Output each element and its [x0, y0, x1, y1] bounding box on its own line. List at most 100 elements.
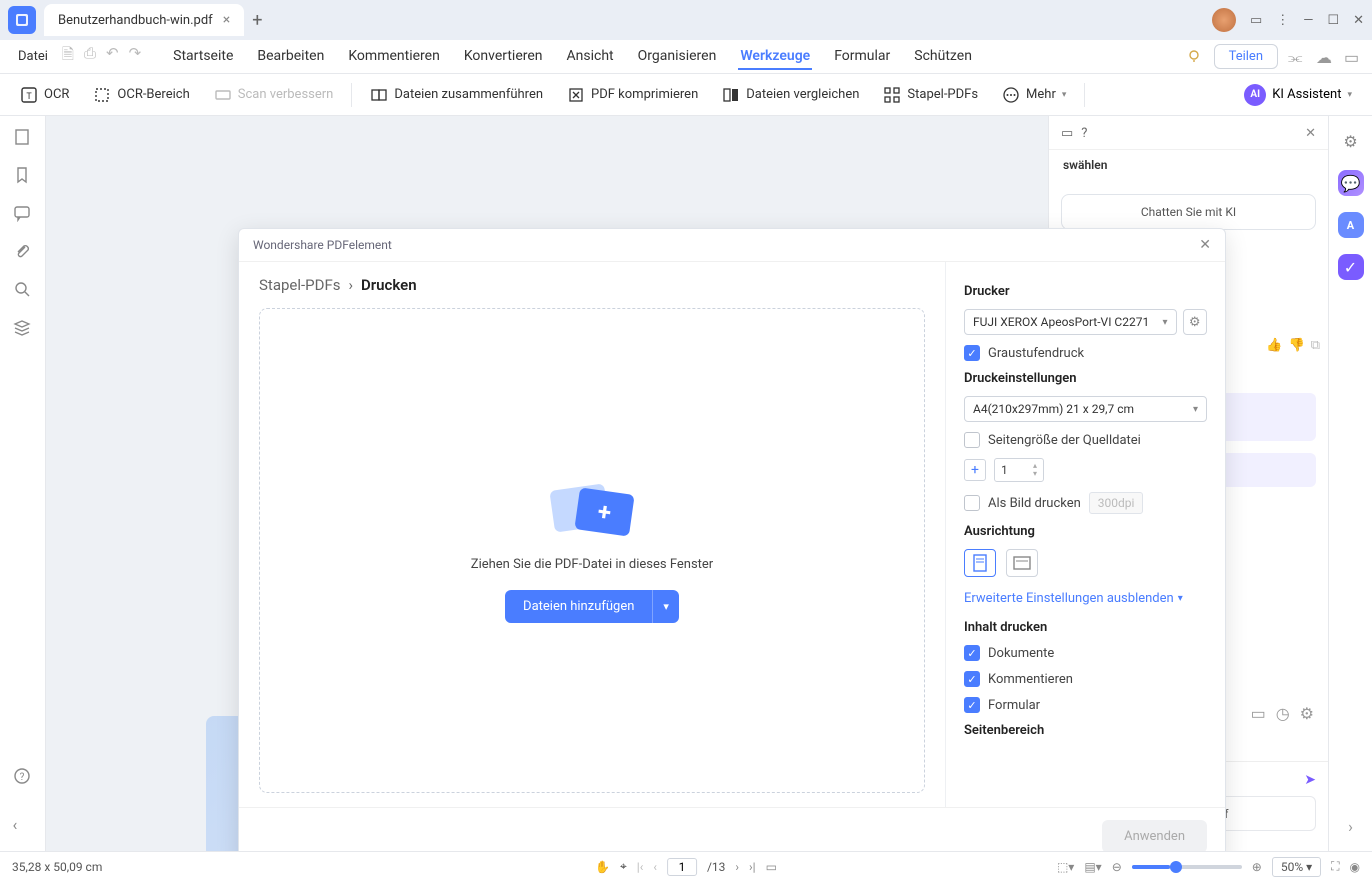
share-link-icon[interactable]: ⫘ [1288, 48, 1306, 66]
thumbnails-icon[interactable] [13, 128, 33, 148]
statusbar: 35,28 x 50,09 cm ✋ ⌖ |‹ ‹ /13 › ›| ▭ ⬚▾ … [0, 851, 1372, 881]
gear-icon[interactable]: ⚙ [1300, 704, 1314, 723]
send-icon[interactable]: ➤ [1304, 772, 1316, 788]
last-page-icon[interactable]: ›| [749, 860, 756, 874]
comments-icon[interactable] [13, 204, 33, 224]
history-icon[interactable]: ▭ [1251, 704, 1266, 723]
proofread-icon[interactable]: ✓ [1338, 254, 1364, 280]
printer-select[interactable]: FUJI XEROX ApeosPort-VI C2271 ▾ [964, 309, 1177, 335]
advanced-settings-link[interactable]: Erweiterte Einstellungen ausblenden ▾ [964, 591, 1207, 606]
printer-settings-button[interactable]: ⚙ [1183, 309, 1207, 335]
dialog-close-icon[interactable]: ✕ [1199, 237, 1211, 253]
cloud-upload-icon[interactable]: ☁ [1316, 48, 1334, 66]
page-number-input[interactable] [667, 858, 697, 876]
zoom-slider[interactable] [1132, 865, 1242, 869]
translate-icon[interactable]: A [1338, 212, 1364, 238]
tab-werkzeuge[interactable]: Werkzeuge [738, 44, 812, 70]
share-button[interactable]: Teilen [1214, 44, 1278, 69]
attachments-icon[interactable] [13, 242, 33, 262]
comment-panel-icon[interactable]: ▭ [1250, 13, 1262, 28]
view-mode-icon[interactable]: ▤▾ [1084, 860, 1101, 874]
ai-panel-close-icon[interactable]: ✕ [1305, 126, 1316, 141]
tab-konvertieren[interactable]: Konvertieren [462, 44, 545, 70]
tab-formular[interactable]: Formular [832, 44, 892, 70]
spinner-icon[interactable]: ▴▾ [1033, 462, 1037, 478]
read-mode-icon[interactable]: ▭ [766, 860, 777, 874]
app-logo [8, 6, 36, 34]
compress-button[interactable]: PDF komprimieren [557, 80, 708, 110]
undo-icon[interactable]: ↶ [106, 44, 119, 69]
file-dropzone[interactable]: + Ziehen Sie die PDF-Datei in dieses Fen… [259, 308, 925, 793]
paper-size-select[interactable]: A4(210x297mm) 21 x 29,7 cm ▾ [964, 396, 1207, 422]
help-icon[interactable]: ? [13, 767, 33, 787]
ai-panel-tool-icon[interactable]: ▭ [1061, 126, 1073, 141]
content-form-checkbox[interactable]: ✓ Formular [964, 697, 1207, 713]
bookmarks-icon[interactable] [13, 166, 33, 186]
document-tab[interactable]: Benutzerhandbuch-win.pdf × [44, 4, 244, 36]
ai-panel-help-icon[interactable]: ? [1081, 126, 1087, 141]
grayscale-checkbox[interactable]: ✓ Graustufendruck [964, 345, 1207, 361]
orientation-portrait-button[interactable] [964, 549, 996, 577]
print-icon[interactable]: ⎙ [84, 44, 96, 69]
lightbulb-icon[interactable] [1186, 48, 1204, 66]
fit-page-icon[interactable]: ⬚▾ [1057, 860, 1074, 874]
zoom-in-icon[interactable]: ⊕ [1252, 860, 1262, 874]
minimize-icon[interactable]: — [1303, 13, 1313, 28]
tab-schuetzen[interactable]: Schützen [912, 44, 974, 70]
copy-icon[interactable]: ⧉ [1311, 338, 1320, 353]
tab-organisieren[interactable]: Organisieren [636, 44, 719, 70]
maximize-icon[interactable]: ☐ [1327, 13, 1339, 28]
kebab-menu-icon[interactable]: ⋮ [1276, 13, 1289, 28]
thumbs-down-icon[interactable]: 👎 [1289, 338, 1305, 353]
merge-button[interactable]: Dateien zusammenführen [360, 80, 553, 110]
user-avatar[interactable] [1212, 8, 1236, 32]
search-icon[interactable] [13, 280, 33, 300]
fullscreen-icon[interactable]: ⛶ [1331, 859, 1339, 874]
tab-startseite[interactable]: Startseite [171, 44, 235, 70]
batch-button[interactable]: Stapel-PDFs [873, 80, 988, 110]
redo-icon[interactable]: ↷ [129, 44, 142, 69]
compare-icon [722, 86, 740, 104]
hand-tool-icon[interactable]: ✋ [595, 860, 610, 874]
layers-icon[interactable] [13, 318, 33, 338]
total-pages: /13 [707, 860, 725, 874]
print-as-image-checkbox[interactable]: Als Bild drucken 300dpi [964, 492, 1207, 514]
thumbs-up-icon[interactable]: 👍 [1266, 338, 1282, 353]
collapse-left-icon[interactable]: ‹ [13, 815, 33, 835]
file-menu[interactable]: Datei [10, 45, 56, 68]
next-page-icon[interactable]: › [735, 860, 739, 874]
feedback-icon[interactable]: ▭ [1344, 48, 1362, 66]
clock-icon[interactable]: ◷ [1276, 704, 1290, 723]
ai-assistant-button[interactable]: AI KI Assistent ▾ [1234, 78, 1362, 112]
zoom-out-icon[interactable]: ⊖ [1112, 860, 1122, 874]
collapse-right-icon[interactable]: › [1338, 813, 1364, 839]
select-tool-icon[interactable]: ⌖ [620, 859, 627, 874]
copies-input[interactable]: 1 ▴▾ [994, 458, 1044, 482]
first-page-icon[interactable]: |‹ [637, 860, 644, 874]
save-icon[interactable]: 🗎 [62, 44, 74, 69]
tab-bearbeiten[interactable]: Bearbeiten [255, 44, 326, 70]
chat-with-ai-button[interactable]: Chatten Sie mit KI [1061, 194, 1316, 230]
ai-chat-icon[interactable]: 💬 [1338, 170, 1364, 196]
reading-mode-icon[interactable]: ◉ [1350, 860, 1360, 874]
more-button[interactable]: Mehr ▾ [992, 80, 1076, 110]
tab-close-icon[interactable]: × [223, 12, 230, 28]
new-tab-button[interactable]: + [252, 10, 262, 31]
content-documents-checkbox[interactable]: ✓ Dokumente [964, 645, 1207, 661]
prev-page-icon[interactable]: ‹ [653, 860, 657, 874]
settings-sliders-icon[interactable]: ⚙ [1338, 128, 1364, 154]
add-files-button[interactable]: Dateien hinzufügen [505, 590, 652, 623]
close-window-icon[interactable]: ✕ [1353, 13, 1364, 28]
ocr-area-button[interactable]: OCR-Bereich [83, 80, 199, 110]
compare-button[interactable]: Dateien vergleichen [712, 80, 869, 110]
content-comments-checkbox[interactable]: ✓ Kommentieren [964, 671, 1207, 687]
orientation-landscape-button[interactable] [1006, 549, 1038, 577]
zoom-value[interactable]: 50% ▾ [1272, 857, 1321, 877]
add-copies-button[interactable]: + [964, 459, 986, 481]
source-size-checkbox[interactable]: Seitengröße der Quelldatei [964, 432, 1207, 448]
breadcrumb-root[interactable]: Stapel-PDFs [259, 276, 340, 294]
tab-kommentieren[interactable]: Kommentieren [346, 44, 441, 70]
tab-ansicht[interactable]: Ansicht [565, 44, 616, 70]
add-files-dropdown[interactable]: ▾ [652, 590, 679, 623]
ocr-button[interactable]: T OCR [10, 80, 79, 110]
